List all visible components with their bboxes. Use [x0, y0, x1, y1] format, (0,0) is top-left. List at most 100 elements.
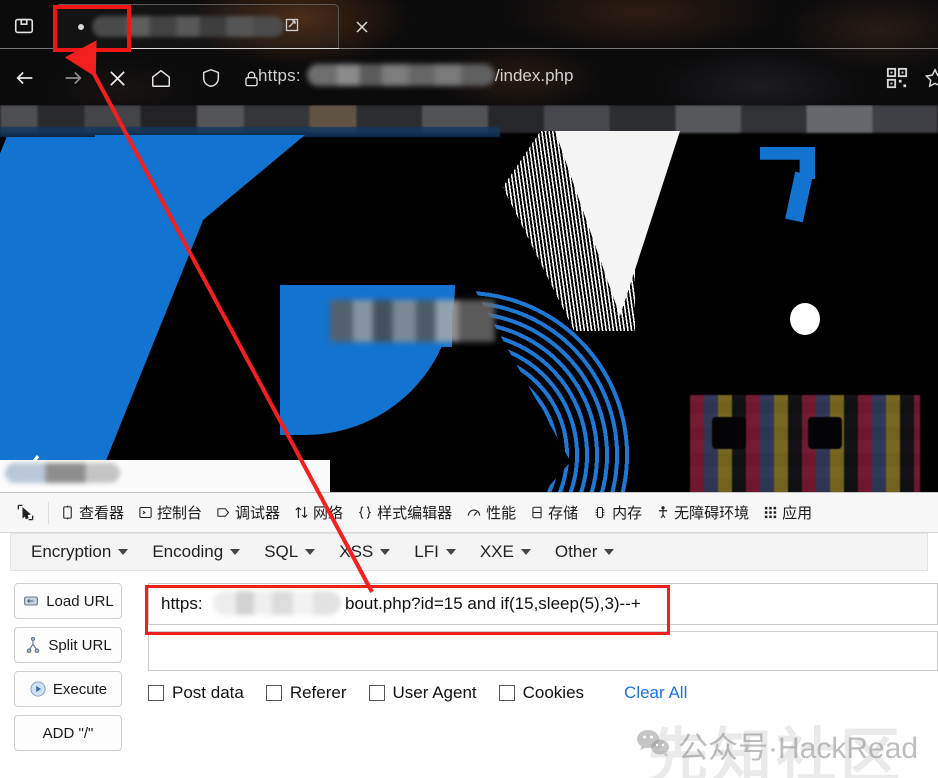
- accessibility-icon: [656, 505, 670, 520]
- chevron-down-icon: [118, 549, 129, 555]
- menu-label: Other: [554, 542, 598, 561]
- decorative-blue-shape-2: [95, 135, 305, 310]
- load-url-icon: [22, 592, 40, 610]
- load-url-button[interactable]: Load URL: [14, 583, 122, 619]
- checkbox-box[interactable]: [498, 685, 515, 701]
- checkbox-referer[interactable]: Referer: [265, 683, 347, 703]
- debugger-icon: [216, 505, 231, 520]
- hackbar-menu-encoding[interactable]: Encoding: [140, 542, 252, 562]
- hackbar-options-row: Post data Referer User Agent Cookies Cle…: [148, 683, 687, 703]
- hackbar-menu-xss[interactable]: XSS: [327, 542, 402, 562]
- checkbox-post-data[interactable]: Post data: [148, 683, 244, 703]
- hackbar-menu-lfi[interactable]: LFI: [402, 542, 468, 562]
- devtools-tab-memory[interactable]: 内存: [585, 494, 649, 532]
- checkbox-box[interactable]: [265, 685, 282, 701]
- hackbar-post-data-input[interactable]: [148, 631, 938, 671]
- devtools-tab-inspector[interactable]: 查看器: [53, 494, 131, 532]
- inspector-icon: [60, 505, 75, 520]
- page-viewport: [0, 105, 938, 492]
- chevron-down-icon: [520, 549, 531, 555]
- devtools-tabbar: 查看器 控制台 调试器 网络 样式编辑器 性能 存储 内存 无障碍环境 应用: [0, 493, 938, 533]
- menu-label: Encryption: [31, 542, 112, 561]
- clear-all-link[interactable]: Clear All: [624, 683, 687, 703]
- devtools-tab-label: 存储: [548, 505, 579, 522]
- url-payload-text: bout.php?id=15 and if(15,sleep(5),3)--+: [345, 594, 641, 613]
- back-button[interactable]: [10, 63, 40, 93]
- screenshot-root: https: /index.php 查看器 控制台 调试器 网络 样式编辑器 性…: [0, 0, 938, 778]
- url-host-redacted: [213, 591, 341, 615]
- devtools-tab-network[interactable]: 网络: [287, 494, 350, 532]
- tab-mute-icon[interactable]: [284, 17, 300, 33]
- tab-active-underline: [55, 48, 339, 49]
- url-scheme[interactable]: https:: [258, 66, 301, 86]
- storage-icon: [530, 505, 544, 520]
- hackbar-menu-sql[interactable]: SQL: [252, 542, 327, 562]
- decorative-white-cone: [555, 131, 680, 316]
- chevron-down-icon: [230, 549, 241, 555]
- checkbox-box[interactable]: [368, 685, 385, 701]
- tab-title-redacted: [92, 16, 284, 37]
- button-label: Execute: [52, 680, 108, 698]
- menu-label: XSS: [339, 542, 374, 561]
- browser-tab[interactable]: [55, 4, 368, 48]
- memory-icon: [592, 505, 608, 520]
- hackbar-menu-xxe[interactable]: XXE: [468, 542, 543, 562]
- add-slash-button[interactable]: ADD "/": [14, 715, 122, 751]
- devtools-tab-performance[interactable]: 性能: [459, 494, 523, 532]
- devtools-tab-label: 无障碍环境: [674, 505, 750, 522]
- tab-loading-dot: [78, 24, 84, 30]
- devtools-panel: 查看器 控制台 调试器 网络 样式编辑器 性能 存储 内存 无障碍环境 应用 E…: [0, 492, 938, 778]
- chevron-down-icon: [305, 549, 316, 555]
- hackbar-menu-other[interactable]: Other: [543, 542, 627, 562]
- checkbox-cookies[interactable]: Cookies: [498, 683, 585, 703]
- hackbar-url-input[interactable]: https: bout.php?id=15 and if(15,sleep(5)…: [148, 583, 938, 625]
- button-label: Split URL: [48, 636, 112, 654]
- hackbar-panel: Encryption Encoding SQL XSS LFI XXE Othe…: [0, 533, 938, 778]
- menu-label: SQL: [264, 542, 299, 561]
- execute-icon: [29, 680, 47, 698]
- hackbar-body: Load URL Split URL Execute ADD "/" https…: [0, 583, 938, 778]
- menu-label: LFI: [414, 542, 439, 561]
- element-picker-icon[interactable]: [6, 498, 44, 528]
- checkbox-label: Post data: [172, 683, 244, 702]
- devtools-tab-label: 样式编辑器: [377, 505, 453, 522]
- devtools-tab-label: 查看器: [79, 505, 125, 522]
- console-icon: [138, 505, 153, 520]
- devtools-tab-debugger[interactable]: 调试器: [209, 494, 287, 532]
- devtools-tab-storage[interactable]: 存储: [523, 494, 585, 532]
- execute-button[interactable]: Execute: [14, 671, 122, 707]
- chevron-down-icon: [445, 549, 456, 555]
- forward-button[interactable]: [58, 63, 88, 93]
- star-icon[interactable]: [920, 63, 938, 93]
- url-scheme-text: https:: [161, 594, 203, 613]
- split-url-button[interactable]: Split URL: [14, 627, 122, 663]
- devtools-tab-accessibility[interactable]: 无障碍环境: [649, 494, 756, 532]
- checkbox-label: Cookies: [522, 683, 585, 702]
- split-url-icon: [24, 636, 42, 654]
- devtools-tab-console[interactable]: 控制台: [131, 494, 209, 532]
- tab-close-button[interactable]: [352, 17, 372, 37]
- qr-code-icon[interactable]: [882, 63, 912, 93]
- url-host-redacted: [307, 64, 495, 86]
- tab-strip: [0, 0, 938, 52]
- checkbox-user-agent[interactable]: User Agent: [368, 683, 477, 703]
- home-icon[interactable]: [146, 63, 176, 93]
- shield-icon[interactable]: [196, 63, 226, 93]
- hackbar-menu-encryption[interactable]: Encryption: [19, 542, 140, 562]
- checkbox-label: User Agent: [392, 683, 477, 702]
- devtools-tab-label: 性能: [486, 505, 517, 522]
- browser-chrome: https: /index.php: [0, 0, 938, 105]
- stop-button[interactable]: [102, 63, 132, 93]
- tab-list-icon[interactable]: [8, 10, 40, 42]
- menu-label: Encoding: [152, 542, 224, 561]
- devtools-tab-label: 调试器: [235, 505, 281, 522]
- style-editor-icon: [357, 505, 373, 520]
- hackbar-menubar: Encryption Encoding SQL XSS LFI XXE Othe…: [10, 533, 928, 571]
- hackbar-button-column: Load URL Split URL Execute ADD "/": [14, 583, 122, 751]
- checkbox-box[interactable]: [148, 685, 164, 701]
- devtools-tab-style-editor[interactable]: 样式编辑器: [350, 494, 459, 532]
- url-path[interactable]: /index.php: [495, 66, 573, 86]
- application-icon: [763, 505, 778, 520]
- devtools-tab-application[interactable]: 应用: [756, 494, 819, 532]
- chevron-down-icon: [604, 549, 615, 555]
